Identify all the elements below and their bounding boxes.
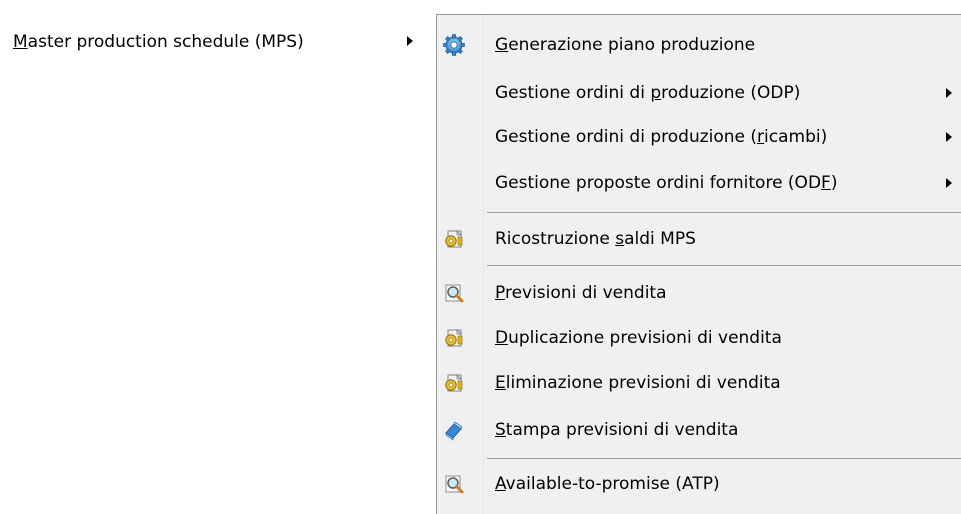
menu-item-label: Previsioni di vendita [495, 283, 667, 303]
submenu-arrow-icon [946, 132, 952, 142]
mnemonic: s [615, 229, 625, 249]
menu-separator [487, 458, 961, 459]
menu-item-label: Gestione ordini di produzione (ODP) [495, 83, 801, 103]
magnifier-icon [445, 284, 464, 303]
menu-item-duplicazione-previsioni[interactable]: Duplicazione previsioni di vendita [437, 319, 961, 357]
menu-item-stampa-previsioni[interactable]: Stampa previsioni di vendita [437, 411, 961, 449]
menu-item-gestione-odp[interactable]: Gestione ordini di produzione (ODP) [437, 74, 961, 112]
gear-icon [443, 34, 465, 56]
process-icon [445, 230, 463, 248]
menu-separator [487, 265, 961, 266]
menu-item-ricostruzione-saldi-mps[interactable]: Ricostruzione saldi MPS [437, 220, 961, 258]
mnemonic: D [495, 328, 509, 348]
menu-item-available-to-promise[interactable]: Available-to-promise (ATP) [437, 465, 961, 503]
menu-item-label: Generazione piano produzione [495, 35, 756, 55]
menu-item-generazione-piano-produzione[interactable]: Generazione piano produzione [437, 26, 961, 64]
menu-item-label: Duplicazione previsioni di vendita [495, 328, 782, 348]
mnemonic: S [495, 420, 506, 440]
mnemonic: A [495, 474, 506, 494]
menu-item-label: Eliminazione previsioni di vendita [495, 373, 781, 393]
process-icon [445, 329, 463, 347]
submenu-arrow-icon [946, 88, 952, 98]
menu-item-gestione-ricambi[interactable]: Gestione ordini di produzione (ricambi) [437, 118, 961, 156]
menu-item-label: Stampa previsioni di vendita [495, 420, 739, 440]
menu-item-eliminazione-previsioni[interactable]: Eliminazione previsioni di vendita [437, 364, 961, 402]
submenu: Generazione piano produzione Gestione or… [436, 14, 961, 514]
menu-item-master-production-schedule[interactable]: Master production schedule (MPS) [0, 22, 430, 62]
submenu-arrow-icon [946, 178, 952, 188]
menu-item-label: Master production schedule (MPS) [13, 32, 304, 52]
magnifier-icon [445, 475, 464, 494]
mnemonic: G [495, 35, 509, 55]
mnemonic: F [821, 173, 831, 193]
menu-item-label: Ricostruzione saldi MPS [495, 229, 696, 249]
mnemonic: r [757, 127, 765, 147]
menu-item-previsioni-di-vendita[interactable]: Previsioni di vendita [437, 274, 961, 312]
submenu-arrow-icon [407, 36, 413, 46]
menu-item-label: Gestione proposte ordini fornitore (ODF) [495, 173, 838, 193]
print-icon [445, 421, 463, 441]
process-icon [445, 374, 463, 392]
menu-item-gestione-odf[interactable]: Gestione proposte ordini fornitore (ODF) [437, 164, 961, 202]
menu-separator [487, 212, 961, 213]
mnemonic: P [495, 283, 505, 303]
mnemonic: M [13, 32, 28, 52]
mnemonic: E [495, 373, 506, 393]
menu-item-label: Gestione ordini di produzione (ricambi) [495, 127, 828, 147]
mnemonic: p [650, 83, 662, 103]
menu-item-label: Available-to-promise (ATP) [495, 474, 720, 494]
